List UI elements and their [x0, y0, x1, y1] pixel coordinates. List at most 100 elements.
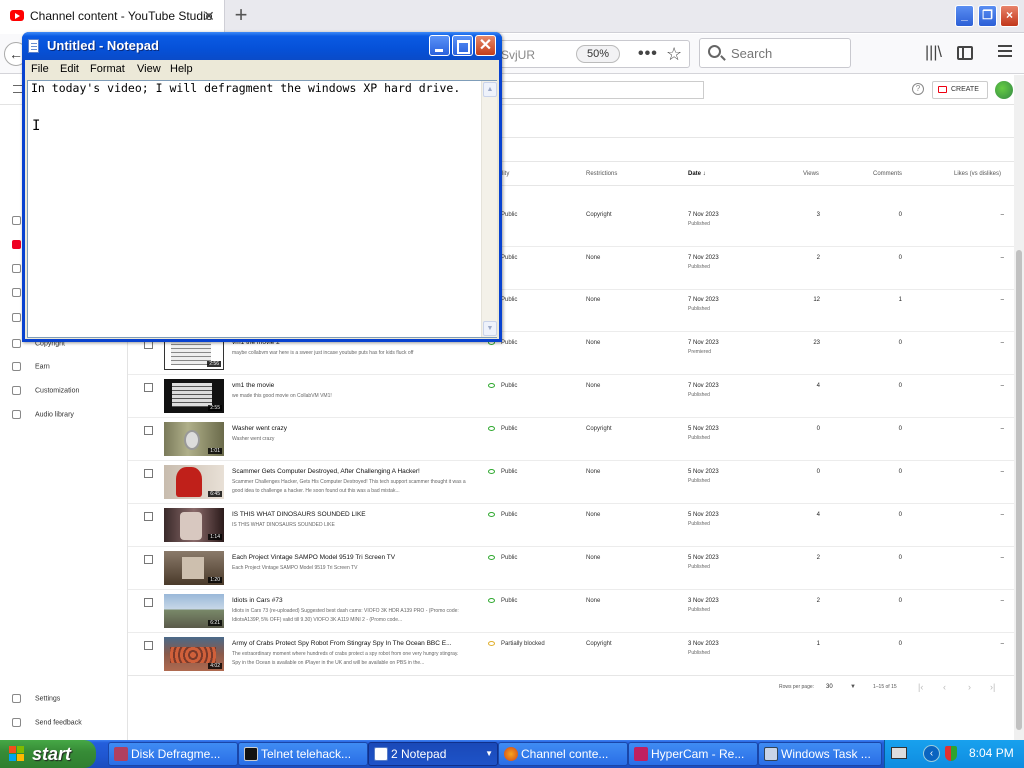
notepad-text-area[interactable]: In today's video; I will defragment the …: [27, 80, 497, 338]
video-thumbnail[interactable]: 1:20: [164, 551, 224, 585]
sidebar-item-customization[interactable]: Customization: [12, 386, 79, 395]
notepad-minimize-button[interactable]: [429, 35, 450, 56]
scroll-up-icon[interactable]: ▲: [483, 82, 497, 97]
help-icon[interactable]: ?: [912, 83, 924, 95]
sidebar-item-settings[interactable]: Settings: [12, 694, 60, 703]
chevron-down-icon[interactable]: ▼: [850, 684, 856, 690]
video-title[interactable]: Scammer Gets Computer Destroyed, After C…: [232, 468, 472, 475]
row-checkbox[interactable]: [144, 555, 153, 564]
library-icon[interactable]: |||\: [925, 44, 942, 62]
prev-page-icon[interactable]: ‹: [943, 682, 946, 692]
comments-header[interactable]: Comments: [873, 171, 902, 177]
sidebar-item-earn[interactable]: Earn: [12, 362, 50, 371]
video-thumbnail[interactable]: 6:21: [164, 594, 224, 628]
video-title[interactable]: Army of Crabs Protect Spy Robot From Sti…: [232, 640, 472, 647]
date-header[interactable]: Date ↓: [688, 171, 706, 177]
table-row[interactable]: 6:45 Scammer Gets Computer Destroyed, Af…: [128, 461, 1014, 504]
clock[interactable]: 8:04 PM: [969, 746, 1014, 760]
start-button[interactable]: start: [0, 740, 96, 768]
row-checkbox[interactable]: [144, 383, 153, 392]
video-thumbnail[interactable]: 4:02: [164, 637, 224, 671]
notepad-content[interactable]: In today's video; I will defragment the …: [31, 82, 477, 95]
visibility-value[interactable]: Public: [501, 297, 517, 303]
keyboard-icon[interactable]: [891, 747, 907, 759]
visibility-value[interactable]: Public: [501, 598, 517, 604]
visibility-value[interactable]: Public: [501, 340, 517, 346]
table-row[interactable]: 1:14 IS THIS WHAT DINOSAURS SOUNDED LIKE…: [128, 504, 1014, 547]
close-tab-icon[interactable]: ×: [200, 7, 218, 25]
restrictions-header[interactable]: Restrictions: [586, 171, 617, 177]
page-actions-icon[interactable]: •••: [638, 45, 658, 63]
video-thumbnail[interactable]: 2:55: [164, 379, 224, 413]
zoom-indicator[interactable]: 50%: [576, 45, 620, 63]
menu-help[interactable]: Help: [170, 63, 193, 75]
browser-restore-button[interactable]: ❐: [978, 5, 997, 27]
row-checkbox[interactable]: [144, 598, 153, 607]
browser-minimize-button[interactable]: _: [955, 5, 974, 27]
visibility-value[interactable]: Public: [501, 383, 517, 389]
task-telnet[interactable]: Telnet telehack...: [238, 742, 368, 766]
task-notepad-group[interactable]: 2 Notepad ▼: [368, 742, 498, 766]
visibility-value[interactable]: Public: [501, 426, 517, 432]
scrollbar-thumb[interactable]: [1016, 250, 1022, 730]
visibility-value[interactable]: Public: [501, 212, 517, 218]
scroll-down-icon[interactable]: ▼: [483, 321, 497, 336]
video-title[interactable]: Idiots in Cars #73: [232, 597, 472, 604]
video-title[interactable]: Washer went crazy: [232, 425, 472, 432]
browser-close-button[interactable]: ×: [1000, 5, 1019, 27]
first-page-icon[interactable]: |‹: [918, 682, 923, 692]
visibility-value[interactable]: Public: [501, 469, 517, 475]
bookmark-star-icon[interactable]: ☆: [666, 44, 682, 65]
video-thumbnail[interactable]: 1:01: [164, 422, 224, 456]
visibility-value[interactable]: Partially blocked: [501, 641, 545, 647]
visibility-value[interactable]: Public: [501, 555, 517, 561]
table-row[interactable]: 1:20 Each Project Vintage SAMPO Model 95…: [128, 547, 1014, 590]
task-firefox[interactable]: Channel conte...: [498, 742, 628, 766]
visibility-header[interactable]: lity: [502, 171, 509, 177]
show-hidden-icons-icon[interactable]: ‹: [923, 745, 940, 762]
visibility-value[interactable]: Public: [501, 255, 517, 261]
notepad-title-bar[interactable]: Untitled - Notepad ✕: [22, 32, 502, 60]
search-input[interactable]: [731, 46, 841, 61]
sidebar-item-send-feedback[interactable]: Send feedback: [12, 718, 82, 727]
task-task-manager[interactable]: Windows Task ...: [758, 742, 882, 766]
notepad-maximize-button[interactable]: [452, 35, 473, 56]
avatar[interactable]: [995, 81, 1013, 99]
video-thumbnail[interactable]: 6:45: [164, 465, 224, 499]
notepad-close-button[interactable]: ✕: [475, 35, 496, 56]
video-title[interactable]: vm1 the movie: [232, 382, 472, 389]
menu-format[interactable]: Format: [90, 63, 125, 75]
table-row[interactable]: 4:02 Army of Crabs Protect Spy Robot Fro…: [128, 633, 1014, 676]
browser-tab[interactable]: Channel content - YouTube Studio ×: [0, 0, 225, 33]
page-scrollbar[interactable]: [1014, 75, 1024, 740]
row-checkbox[interactable]: [144, 641, 153, 650]
hamburger-menu-icon[interactable]: [998, 45, 1012, 57]
likes-header[interactable]: Likes (vs dislikes): [954, 171, 1001, 177]
last-page-icon[interactable]: ›|: [990, 682, 995, 692]
new-tab-button[interactable]: +: [230, 4, 252, 27]
row-checkbox[interactable]: [144, 512, 153, 521]
table-row[interactable]: 2:55 vm1 the movie we made this good mov…: [128, 375, 1014, 418]
browser-search-box[interactable]: [699, 38, 851, 68]
studio-search-bar[interactable]: [500, 81, 704, 99]
table-row[interactable]: 1:01 Washer went crazy Washer went crazy…: [128, 418, 1014, 461]
create-button[interactable]: CREATE: [932, 81, 988, 99]
sidebar-toggle-icon[interactable]: [957, 46, 973, 60]
menu-view[interactable]: View: [137, 63, 161, 75]
sidebar-item-audio-library[interactable]: Audio library: [12, 410, 74, 419]
video-thumbnail[interactable]: 1:14: [164, 508, 224, 542]
video-title[interactable]: IS THIS WHAT DINOSAURS SOUNDED LIKE: [232, 511, 472, 518]
visibility-value[interactable]: Public: [501, 512, 517, 518]
menu-edit[interactable]: Edit: [60, 63, 79, 75]
row-checkbox[interactable]: [144, 469, 153, 478]
table-row[interactable]: 6:21 Idiots in Cars #73 Idiots in Cars 7…: [128, 590, 1014, 633]
next-page-icon[interactable]: ›: [968, 682, 971, 692]
notepad-vertical-scrollbar[interactable]: ▲ ▼: [481, 81, 497, 337]
menu-file[interactable]: File: [31, 63, 49, 75]
task-hypercam[interactable]: HyperCam - Re...: [628, 742, 758, 766]
rows-per-page-select[interactable]: 30: [826, 684, 833, 690]
row-checkbox[interactable]: [144, 426, 153, 435]
security-shield-icon[interactable]: [945, 746, 957, 761]
task-disk-defragmenter[interactable]: Disk Defragme...: [108, 742, 238, 766]
views-header[interactable]: Views: [803, 171, 819, 177]
